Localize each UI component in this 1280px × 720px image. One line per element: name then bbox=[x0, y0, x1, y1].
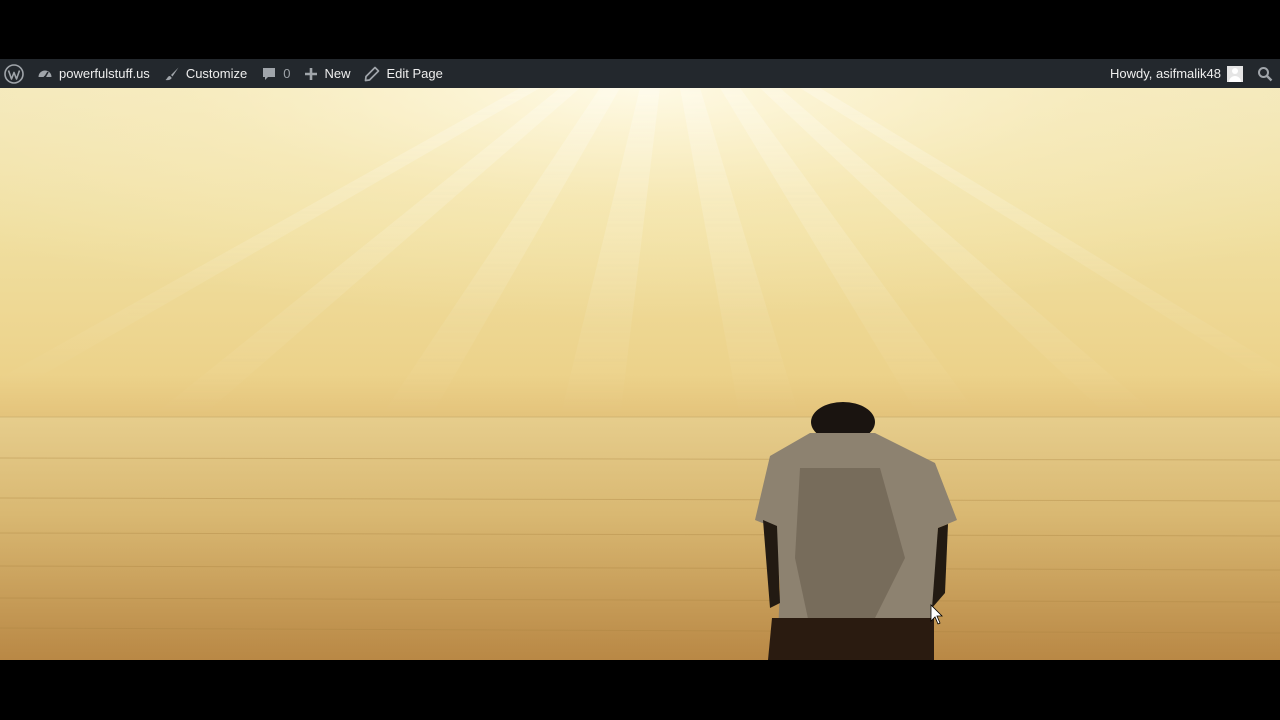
hero-image bbox=[0, 88, 1280, 660]
edit-page-menu[interactable]: Edit Page bbox=[357, 59, 449, 88]
hero-image-icon bbox=[0, 88, 1280, 660]
edit-page-label: Edit Page bbox=[386, 66, 443, 81]
plus-icon bbox=[304, 67, 318, 81]
comments-count: 0 bbox=[283, 66, 291, 81]
letterbox-top bbox=[0, 0, 1280, 59]
paintbrush-icon bbox=[164, 66, 180, 82]
wp-logo-menu[interactable] bbox=[0, 59, 30, 88]
video-frame: powerfulstuff.us Customize 0 New Edit Pa… bbox=[0, 0, 1280, 720]
customize-menu[interactable]: Customize bbox=[157, 59, 254, 88]
wp-admin-bar: powerfulstuff.us Customize 0 New Edit Pa… bbox=[0, 59, 1280, 88]
wordpress-logo-icon bbox=[4, 63, 24, 84]
admin-bar-secondary: Howdy, asifmalik48 bbox=[1103, 59, 1280, 88]
comment-bubble-icon bbox=[261, 66, 277, 82]
comments-menu[interactable]: 0 bbox=[254, 59, 297, 88]
site-name-label: powerfulstuff.us bbox=[59, 66, 150, 81]
greeting-label: Howdy, asifmalik48 bbox=[1109, 66, 1221, 81]
customize-label: Customize bbox=[185, 66, 248, 81]
letterbox-bottom bbox=[0, 660, 1280, 720]
pencil-icon bbox=[364, 66, 380, 82]
search-menu[interactable] bbox=[1250, 59, 1280, 88]
my-account-menu[interactable]: Howdy, asifmalik48 bbox=[1103, 59, 1250, 88]
dashboard-icon bbox=[37, 66, 53, 82]
avatar bbox=[1227, 65, 1243, 82]
site-name-menu[interactable]: powerfulstuff.us bbox=[30, 59, 157, 88]
new-content-menu[interactable]: New bbox=[297, 59, 357, 88]
new-label: New bbox=[324, 66, 351, 81]
search-icon bbox=[1257, 66, 1273, 82]
